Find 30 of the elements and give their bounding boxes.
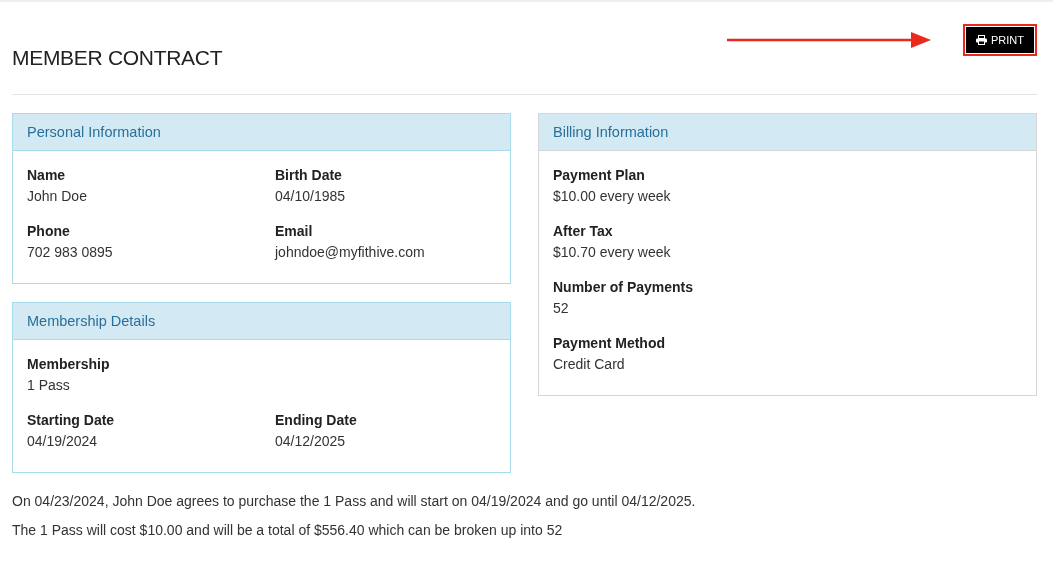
field-label: Ending Date (275, 411, 358, 430)
field-value: 1 Pass (27, 376, 71, 395)
field-label: Membership (27, 355, 111, 374)
field-value: 52 (553, 299, 570, 318)
field-label: After Tax (553, 222, 614, 241)
field-label: Starting Date (27, 411, 116, 430)
field-label: Phone (27, 222, 71, 241)
field-label: Email (275, 222, 314, 241)
field-value: $10.00 every week (553, 187, 672, 206)
field-value: 04/19/2024 (27, 432, 99, 451)
field-label: Name (27, 166, 67, 185)
field-value: John Doe (27, 187, 88, 206)
page-title: MEMBER CONTRACT (12, 46, 223, 70)
field-value: $10.70 every week (553, 243, 672, 262)
panel-heading: Membership Details (13, 303, 510, 340)
print-button[interactable]: PRINT (966, 27, 1034, 53)
panel-heading: Personal Information (13, 114, 510, 151)
field-label: Birth Date (275, 166, 343, 185)
contract-text: The 1 Pass will cost $10.00 and will be a total of $556.40 which can be broken up into 52 (12, 521, 564, 540)
field-label: Payment Plan (553, 166, 646, 185)
printer-icon (976, 35, 987, 45)
field-value: 04/10/1985 (275, 187, 347, 206)
field-value: Credit Card (553, 355, 626, 374)
field-value: 702 983 0895 (27, 243, 114, 262)
field-label: Number of Payments (553, 278, 695, 297)
field-value: 04/12/2025 (275, 432, 347, 451)
contract-text: On 04/23/2024, John Doe agrees to purchase the 1 Pass and will start on 04/19/2024 and go until 04/12/2025. (12, 492, 697, 511)
panel-heading: Billing Information (539, 114, 1036, 151)
field-label: Payment Method (553, 334, 666, 353)
field-value: johndoe@myfithive.com (275, 243, 426, 262)
